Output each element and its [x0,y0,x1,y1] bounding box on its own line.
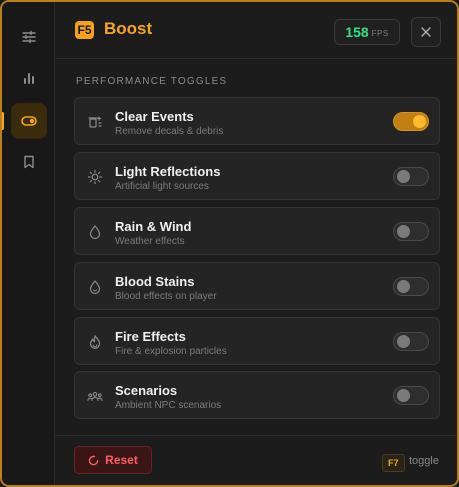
sidebar-item-stats[interactable] [11,60,47,96]
sidebar [2,2,55,485]
reset-label: Reset [105,453,138,467]
clear-events-switch[interactable] [393,112,429,131]
boost-panel-window: F5 Boost 158 FPS PERFORMANCE TOGGLES Cle… [0,0,459,487]
hotkey-badge: F7 [382,454,405,472]
toggle-label: Clear Events [115,109,194,124]
header: F5 Boost 158 FPS [55,2,457,59]
page-title: Boost [104,19,153,38]
sidebar-item-saved[interactable] [11,144,47,180]
flame-icon [87,334,103,350]
sun-icon [87,169,103,185]
scenarios-switch[interactable] [393,386,429,405]
toggle-label: Light Reflections [115,164,221,179]
switch-knob [397,280,410,293]
toggle-row-blood-stains: Blood Stains Blood effects on player [74,262,440,310]
fps-counter: 158 FPS [334,19,400,45]
toggle-row-rain-wind: Rain & Wind Weather effects [74,207,440,255]
rain-wind-switch[interactable] [393,222,429,241]
droplet-icon [87,224,103,240]
toggle-label: Scenarios [115,383,178,398]
trash-sparkle-icon [87,114,103,130]
toggle-icon [21,116,37,126]
toggle-label: Fire Effects [115,329,186,344]
close-button[interactable] [411,17,441,47]
footer: Reset F7 toggle [55,435,457,485]
toggle-row-scenarios: Scenarios Ambient NPC scenarios [74,371,440,419]
sidebar-item-settings[interactable] [11,19,47,55]
switch-knob [397,335,410,348]
toggle-label: Blood Stains [115,274,195,289]
blood-stains-switch[interactable] [393,277,429,296]
fire-effects-switch[interactable] [393,332,429,351]
bookmark-icon [24,155,34,169]
fps-value: 158 [345,24,369,40]
reset-icon [88,454,99,465]
sidebar-item-toggles[interactable] [11,103,47,139]
switch-knob [397,389,410,402]
app-logo: F5 [75,21,94,39]
toggle-description: Fire & explosion particles [115,346,227,357]
fps-unit: FPS [371,29,389,38]
light-reflections-switch[interactable] [393,167,429,186]
toggle-row-fire-effects: Fire Effects Fire & explosion particles [74,317,440,365]
switch-knob [397,170,410,183]
toggle-description: Artificial light sources [115,181,209,192]
section-title: PERFORMANCE TOGGLES [76,76,228,87]
toggle-row-light-reflections: Light Reflections Artificial light sourc… [74,152,440,200]
toggle-description: Remove decals & debris [115,126,224,137]
toggle-label: Rain & Wind [115,219,192,234]
switch-knob [397,225,410,238]
blood-drop-icon [87,279,103,295]
reset-button[interactable]: Reset [74,446,152,474]
toggle-description: Weather effects [115,236,185,247]
toggle-description: Blood effects on player [115,291,217,302]
close-icon [421,27,431,37]
toggle-description: Ambient NPC scenarios [115,400,222,411]
bar-chart-icon [24,73,34,84]
toggle-row-clear-events: Clear Events Remove decals & debris [74,97,440,145]
main-panel: F5 Boost 158 FPS PERFORMANCE TOGGLES Cle… [55,2,457,485]
hotkey-label: toggle [409,455,439,467]
people-icon [87,388,103,404]
sidebar-active-indicator [2,112,4,130]
switch-knob [413,115,426,128]
sliders-icon [22,30,36,44]
